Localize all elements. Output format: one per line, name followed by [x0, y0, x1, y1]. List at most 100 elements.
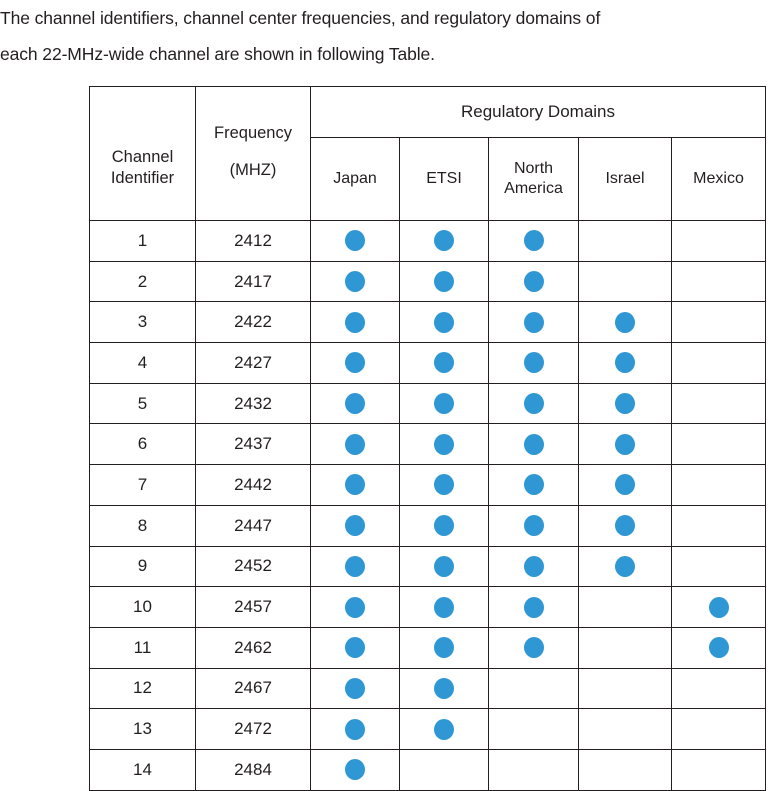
cell-channel-identifier: 11 — [89, 626, 196, 669]
supported-dot-icon — [523, 230, 544, 252]
header-domain-north-america-line2: America — [504, 180, 563, 197]
supported-dot-icon — [434, 596, 454, 618]
cell-north-america — [488, 423, 579, 466]
supported-dot-icon — [434, 230, 454, 252]
cell-frequency: 2447 — [195, 504, 311, 547]
supported-dot-icon — [523, 474, 544, 496]
cell-japan — [310, 382, 400, 425]
cell-etsi — [399, 708, 489, 750]
cell-israel — [578, 220, 672, 262]
supported-dot-icon — [345, 352, 365, 374]
supported-dot-icon — [523, 352, 544, 374]
cell-channel-identifier: 4 — [89, 342, 196, 384]
cell-mexico — [670, 464, 767, 506]
cell-frequency: 2417 — [195, 260, 311, 303]
supported-dot-icon — [345, 311, 365, 333]
cell-etsi — [399, 545, 489, 588]
supported-dot-icon — [434, 311, 454, 333]
supported-dot-icon — [345, 474, 365, 496]
header-channel-identifier-line2: Identifier — [110, 168, 175, 187]
cell-north-america — [488, 667, 579, 710]
intro-line-2: each 22-MHz-wide channel are shown in fo… — [0, 44, 435, 64]
header-domain-israel: Israel — [578, 137, 672, 221]
supported-dot-icon — [345, 637, 365, 659]
table-row: 5 2432 — [89, 382, 767, 425]
table-header: Channel Identifier Frequency (MHZ) Regul… — [89, 86, 767, 221]
cell-mexico — [670, 423, 767, 466]
cell-japan — [310, 260, 400, 303]
cell-japan — [310, 586, 400, 628]
table-row: 3 2422 — [89, 301, 767, 344]
cell-frequency: 2442 — [195, 464, 311, 506]
table-row: 4 2427 — [89, 342, 767, 384]
cell-mexico — [670, 545, 767, 588]
cell-frequency: 2462 — [195, 626, 311, 669]
table-row: 1 2412 — [89, 220, 767, 262]
cell-japan — [310, 342, 400, 384]
supported-dot-icon — [434, 677, 454, 699]
cell-north-america — [488, 220, 579, 262]
cell-israel — [578, 260, 672, 303]
supported-dot-icon — [615, 515, 635, 537]
table-row: 9 2452 — [89, 545, 767, 588]
table-row: 6 2437 — [89, 423, 767, 466]
header-regulatory-domains: Regulatory Domains — [309, 86, 767, 138]
cell-israel — [578, 748, 672, 791]
cell-israel — [578, 667, 672, 710]
supported-dot-icon — [345, 393, 365, 415]
cell-north-america — [488, 504, 579, 547]
supported-dot-icon — [345, 759, 365, 781]
intro-line-1: The channel identifiers, channel center … — [0, 8, 601, 28]
cell-mexico — [670, 301, 767, 344]
cell-frequency: 2452 — [195, 545, 311, 588]
cell-etsi — [399, 423, 489, 466]
cell-mexico — [670, 667, 767, 710]
cell-japan — [310, 545, 400, 588]
cell-japan — [310, 220, 400, 262]
supported-dot-icon — [345, 677, 365, 699]
cell-mexico — [670, 382, 767, 425]
cell-channel-identifier: 3 — [89, 301, 196, 344]
header-frequency-label: Frequency — [214, 123, 292, 142]
header-domain-mexico: Mexico — [670, 137, 767, 221]
cell-israel — [578, 382, 672, 425]
table-row: 7 2442 — [89, 464, 767, 506]
cell-north-america — [488, 586, 579, 628]
table-row: 10 2457 — [89, 586, 767, 628]
channel-frequency-table: Channel Identifier Frequency (MHZ) Regul… — [89, 86, 767, 791]
supported-dot-icon — [434, 433, 454, 455]
header-channel-identifier-line1: Channel — [111, 147, 174, 166]
cell-japan — [310, 464, 400, 506]
cell-israel — [578, 504, 672, 547]
cell-north-america — [488, 260, 579, 303]
supported-dot-icon — [345, 718, 365, 740]
cell-north-america — [488, 382, 579, 425]
supported-dot-icon — [708, 596, 729, 618]
cell-etsi — [399, 301, 489, 344]
supported-dot-icon — [523, 596, 544, 618]
cell-channel-identifier: 1 — [89, 220, 196, 262]
cell-israel — [578, 464, 672, 506]
supported-dot-icon — [434, 515, 454, 537]
cell-frequency: 2427 — [195, 342, 311, 384]
supported-dot-icon — [523, 555, 544, 577]
cell-etsi — [399, 626, 489, 669]
cell-north-america — [488, 342, 579, 384]
supported-dot-icon — [345, 596, 365, 618]
header-domain-etsi: ETSI — [399, 137, 489, 221]
cell-etsi — [399, 260, 489, 303]
cell-channel-identifier: 12 — [89, 667, 196, 710]
supported-dot-icon — [434, 352, 454, 374]
cell-channel-identifier: 14 — [89, 748, 196, 791]
cell-channel-identifier: 13 — [89, 708, 196, 750]
cell-frequency: 2412 — [195, 220, 311, 262]
table-body: 1 2412 2 2417 3 2422 4 2427 5 2432 6 2437 7 2442 8 2447… — [89, 220, 767, 791]
cell-north-america — [488, 626, 579, 669]
cell-channel-identifier: 6 — [89, 423, 196, 466]
cell-israel — [578, 626, 672, 669]
cell-etsi — [399, 382, 489, 425]
supported-dot-icon — [523, 311, 544, 333]
cell-etsi — [399, 586, 489, 628]
cell-etsi — [399, 220, 489, 262]
supported-dot-icon — [434, 474, 454, 496]
